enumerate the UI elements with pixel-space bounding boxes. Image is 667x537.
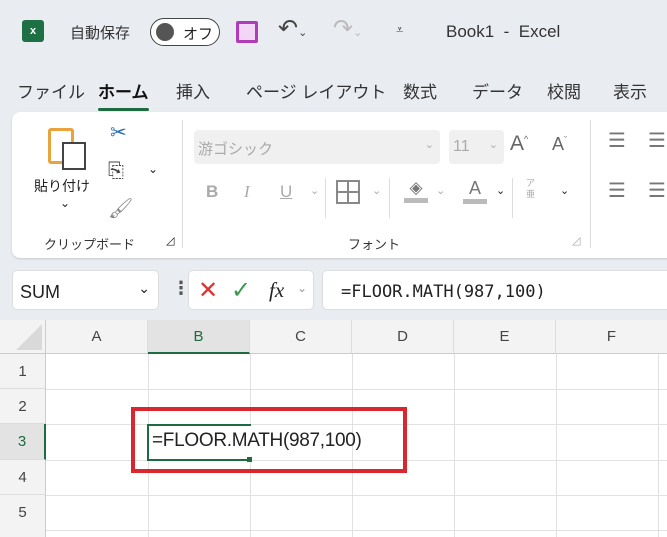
- row-header-3[interactable]: 3: [0, 424, 46, 460]
- tab-formulas[interactable]: 数式: [403, 78, 437, 103]
- autosave-label: 自動保存: [70, 25, 131, 42]
- underline-dropdown-icon[interactable]: ⌄: [310, 184, 319, 197]
- borders-icon[interactable]: [336, 180, 360, 204]
- worksheet-grid[interactable]: A B C D E F 1 2 3 4 5 =FLOOR.MATH(987,10…: [0, 320, 667, 537]
- copy-dropdown-icon[interactable]: ⌄: [148, 162, 158, 176]
- font-color-dropdown-icon[interactable]: ⌄: [496, 184, 505, 197]
- select-all-button[interactable]: [0, 320, 46, 354]
- column-header-a[interactable]: A: [46, 320, 148, 354]
- fx-dropdown-icon[interactable]: ⌄: [297, 281, 307, 295]
- autosave-toggle[interactable]: オフ: [150, 18, 220, 46]
- paste-dropdown-icon[interactable]: ⌄: [60, 196, 70, 210]
- align-top-icon[interactable]: ☰: [608, 128, 626, 153]
- fill-color-icon[interactable]: ◈: [404, 178, 428, 203]
- phonetic-dropdown-icon[interactable]: ⌄: [560, 184, 569, 197]
- align-left-icon[interactable]: ☰: [608, 178, 626, 203]
- paste-button[interactable]: 貼り付け: [34, 176, 90, 196]
- underline-button[interactable]: U: [280, 182, 292, 202]
- column-header-e[interactable]: E: [454, 320, 556, 354]
- align-middle-icon[interactable]: ☰: [648, 128, 666, 153]
- tab-view[interactable]: 表示: [613, 78, 647, 103]
- undo-icon[interactable]: ↶⌄: [278, 14, 307, 43]
- borders-dropdown-icon[interactable]: ⌄: [372, 184, 381, 197]
- font-launcher-icon[interactable]: ◿: [572, 234, 580, 247]
- tab-review[interactable]: 校閲: [547, 78, 581, 103]
- font-size-select[interactable]: 11 ⌄: [449, 130, 504, 164]
- enter-icon[interactable]: ✓: [231, 276, 251, 305]
- shrink-font-button[interactable]: Aˇ: [552, 134, 567, 155]
- divider: [182, 120, 183, 248]
- excel-logo-icon: x: [22, 20, 44, 42]
- divider: [590, 120, 591, 248]
- tab-home[interactable]: ホーム: [98, 78, 149, 111]
- font-size-value: 11: [453, 138, 470, 155]
- fill-dropdown-icon[interactable]: ⌄: [436, 184, 445, 197]
- font-color-button[interactable]: A: [463, 178, 487, 204]
- italic-button[interactable]: I: [244, 182, 250, 202]
- row-header-5[interactable]: 5: [0, 495, 46, 537]
- grow-font-button[interactable]: A^: [510, 132, 528, 156]
- row-header-2[interactable]: 2: [0, 389, 46, 424]
- font-name-select[interactable]: 游ゴシック ⌄: [194, 130, 440, 164]
- phonetic-icon[interactable]: ア亜: [526, 178, 535, 200]
- toggle-knob: [156, 23, 174, 41]
- name-box[interactable]: SUM ⌄: [12, 270, 159, 310]
- save-icon[interactable]: [236, 21, 258, 43]
- row-header-1[interactable]: 1: [0, 354, 46, 389]
- name-box-dropdown-icon[interactable]: ⌄: [138, 280, 150, 297]
- phonetic-top: ア: [526, 178, 536, 188]
- column-header-d[interactable]: D: [352, 320, 454, 354]
- clipboard-group-label: クリップボード: [44, 237, 136, 252]
- customize-toolbar-icon[interactable]: ⩡: [396, 22, 403, 38]
- window-title: Book1 - Excel: [446, 22, 561, 41]
- align-center-icon[interactable]: ☰: [648, 178, 666, 203]
- tab-file[interactable]: ファイル: [17, 78, 85, 103]
- font-name-value: 游ゴシック: [198, 141, 274, 158]
- formula-value: =FLOOR.MATH(987,100): [341, 282, 546, 302]
- row-header-4[interactable]: 4: [0, 460, 46, 495]
- paste-icon-sheet: [62, 142, 86, 170]
- gridline: [46, 495, 667, 496]
- gridline: [658, 354, 659, 537]
- column-header-f[interactable]: F: [556, 320, 667, 354]
- highlight-box: [131, 407, 407, 473]
- gridline: [46, 389, 667, 390]
- grow-font-label: A: [510, 132, 525, 155]
- gridline: [454, 354, 455, 537]
- divider: [325, 178, 326, 218]
- name-box-value: SUM: [20, 282, 60, 302]
- ribbon: 貼り付け ⌄ ✂ ⎘ ⌄ 🖌 クリップボード ◿ 游ゴシック ⌄ 11 ⌄ A^ A…: [12, 112, 667, 258]
- clipboard-launcher-icon[interactable]: ◿: [166, 234, 174, 247]
- column-header-b[interactable]: B: [148, 320, 250, 354]
- font-group-label: フォント: [348, 237, 401, 252]
- tab-insert[interactable]: 挿入: [176, 78, 210, 103]
- autosave-state: オフ: [183, 26, 214, 43]
- divider: [512, 178, 513, 218]
- shrink-font-label: A: [552, 134, 565, 154]
- insert-function-button[interactable]: fx: [269, 278, 284, 303]
- format-painter-icon[interactable]: 🖌: [108, 196, 133, 221]
- gridline: [556, 354, 557, 537]
- formula-buttons: ✕ ✓ fx ⌄: [188, 270, 314, 310]
- divider: [389, 178, 390, 218]
- tab-page-layout[interactable]: ページ レイアウト: [246, 78, 386, 103]
- copy-icon[interactable]: ⎘: [108, 160, 124, 183]
- column-header-c[interactable]: C: [250, 320, 352, 354]
- phonetic-bottom: 亜: [526, 189, 536, 199]
- formula-input[interactable]: =FLOOR.MATH(987,100): [322, 270, 667, 310]
- cancel-icon[interactable]: ✕: [198, 276, 218, 305]
- tab-data[interactable]: データ: [472, 78, 523, 103]
- cut-icon[interactable]: ✂: [110, 120, 127, 145]
- bold-button[interactable]: B: [206, 182, 218, 202]
- font-color-label: A: [468, 178, 481, 198]
- redo-icon[interactable]: ↷⌄: [333, 14, 362, 43]
- gridline: [46, 530, 667, 531]
